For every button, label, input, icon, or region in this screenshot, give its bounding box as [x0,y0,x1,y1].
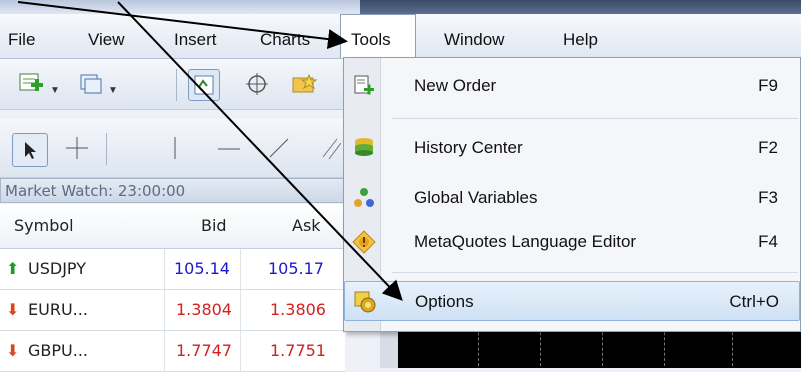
arrow-to-tools [17,1,348,50]
arrow-to-options [117,1,403,301]
annotation-arrows [17,1,403,301]
